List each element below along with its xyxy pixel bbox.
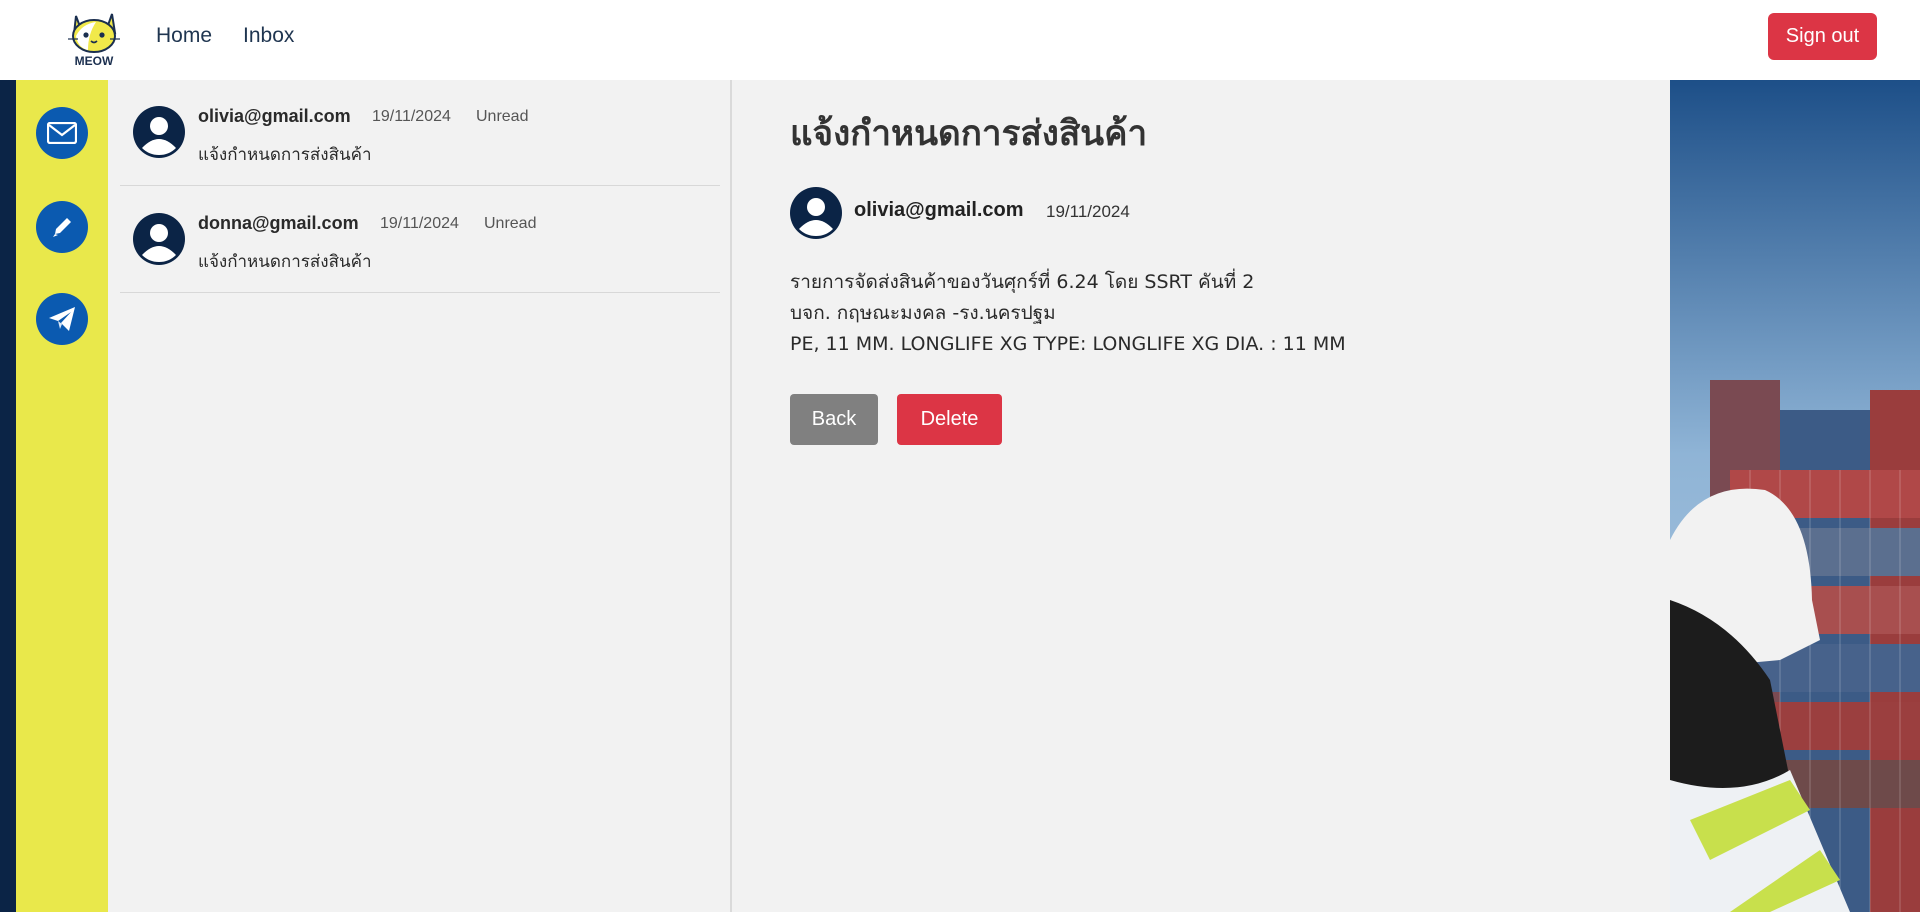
paper-plane-icon — [49, 307, 75, 331]
pencil-icon — [53, 218, 71, 237]
message-body-line: PE, 11 MM. LONGLIFE XG TYPE: LONGLIFE XG… — [790, 333, 1346, 355]
nav-link-inbox[interactable]: Inbox — [243, 24, 294, 48]
delete-button[interactable]: Delete — [897, 394, 1002, 445]
back-button[interactable]: Back — [790, 394, 878, 445]
icon-sidebar — [16, 80, 108, 912]
message-date: 19/11/2024 — [372, 108, 451, 125]
inbox-button[interactable] — [36, 107, 88, 159]
message-subject: แจ้งกำหนดการส่งสินค้า — [198, 252, 372, 272]
message-date: 19/11/2024 — [380, 215, 459, 232]
user-avatar-icon — [790, 187, 842, 239]
message-sender: olivia@gmail.com — [198, 106, 351, 126]
nav-link-home[interactable]: Home — [156, 24, 212, 48]
left-edge-strip — [0, 80, 16, 912]
envelope-icon — [47, 122, 77, 144]
meow-cat-logo[interactable]: MEOW — [62, 6, 126, 68]
message-detail: แจ้งกำหนดการส่งสินค้า olivia@gmail.com 1… — [732, 80, 1670, 912]
sign-out-button[interactable]: Sign out — [1768, 13, 1877, 60]
message-list: olivia@gmail.com 19/11/2024 Unread แจ้งก… — [108, 80, 732, 912]
message-sender: donna@gmail.com — [198, 213, 359, 233]
message-list-item[interactable]: olivia@gmail.com 19/11/2024 Unread แจ้งก… — [120, 80, 720, 186]
message-body-line: บจก. กฤษณะมงคล -รง.นครปฐม — [790, 302, 1056, 324]
message-title: แจ้งกำหนดการส่งสินค้า — [790, 114, 1148, 154]
top-navbar: MEOW Home Inbox Sign out — [0, 0, 1920, 80]
logo-text: MEOW — [75, 54, 114, 68]
compose-button[interactable] — [36, 201, 88, 253]
message-body-line: รายการจัดส่งสินค้าของวันศุกร์ที่ 6.24 โด… — [790, 271, 1255, 293]
detail-date: 19/11/2024 — [1046, 202, 1130, 221]
user-avatar-icon — [133, 106, 185, 158]
message-status-badge: Unread — [484, 215, 537, 232]
message-body: รายการจัดส่งสินค้าของวันศุกร์ที่ 6.24 โด… — [790, 267, 1346, 360]
sent-button[interactable] — [36, 293, 88, 345]
detail-sender: olivia@gmail.com — [854, 199, 1024, 221]
message-subject: แจ้งกำหนดการส่งสินค้า — [198, 145, 372, 165]
message-list-item[interactable]: donna@gmail.com 19/11/2024 Unread แจ้งกำ… — [120, 187, 720, 293]
user-avatar-icon — [133, 213, 185, 265]
message-status-badge: Unread — [476, 108, 529, 125]
background-photo — [1670, 80, 1920, 912]
